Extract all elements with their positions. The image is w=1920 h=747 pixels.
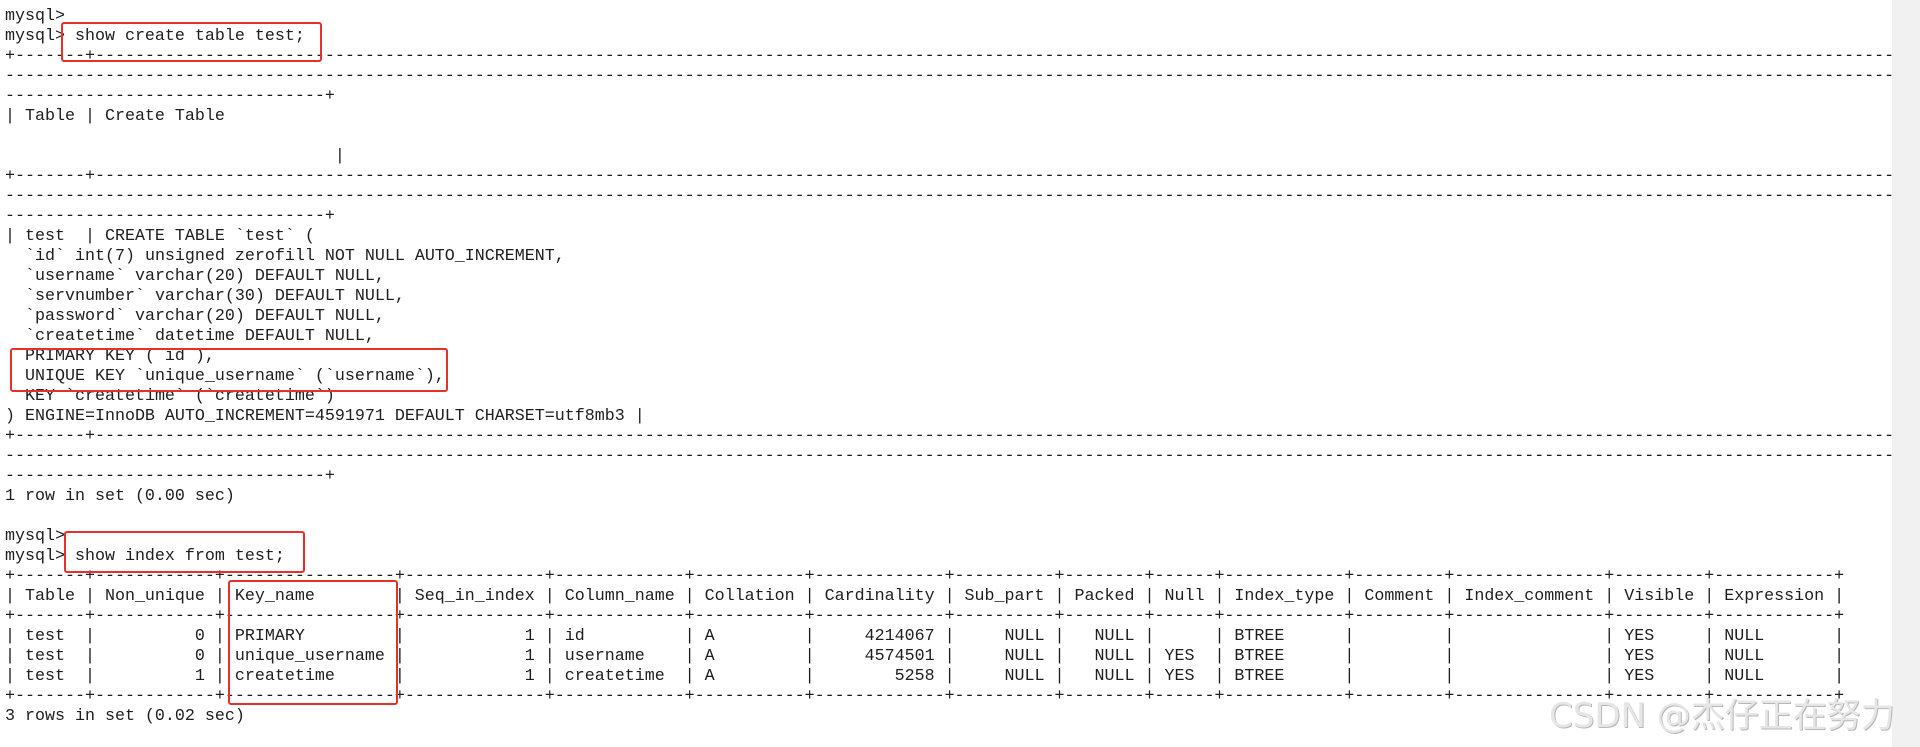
create-statement-line: | test | CREATE TABLE `test` ( bbox=[5, 227, 315, 246]
create-statement-line: ) ENGINE=InnoDB AUTO_INCREMENT=4591971 D… bbox=[5, 407, 645, 426]
highlight-show-index-command bbox=[64, 531, 305, 573]
create-statement-line: `servnumber` varchar(30) DEFAULT NULL, bbox=[5, 287, 405, 306]
highlight-key-definitions bbox=[10, 348, 448, 392]
create-statement-line: `password` varchar(20) DEFAULT NULL, bbox=[5, 307, 385, 326]
table-border: +-------+-------------------------------… bbox=[5, 167, 1895, 226]
result-summary: 1 row in set (0.00 sec) bbox=[5, 487, 235, 506]
highlight-show-create-command bbox=[61, 22, 322, 62]
csdn-watermark: CSDN @杰仔正在努力 bbox=[1549, 696, 1895, 736]
table-border: +-------+-------------------------------… bbox=[5, 427, 1895, 486]
highlight-key-name-column bbox=[228, 580, 398, 705]
vertical-scrollbar[interactable] bbox=[1892, 0, 1920, 747]
table-header-row: | Table | Create Table | bbox=[5, 107, 1895, 166]
create-statement-line: `id` int(7) unsigned zerofill NOT NULL A… bbox=[5, 247, 565, 266]
create-statement-line: `createtime` datetime DEFAULT NULL, bbox=[5, 327, 375, 346]
create-statement-line: `username` varchar(20) DEFAULT NULL, bbox=[5, 267, 385, 286]
